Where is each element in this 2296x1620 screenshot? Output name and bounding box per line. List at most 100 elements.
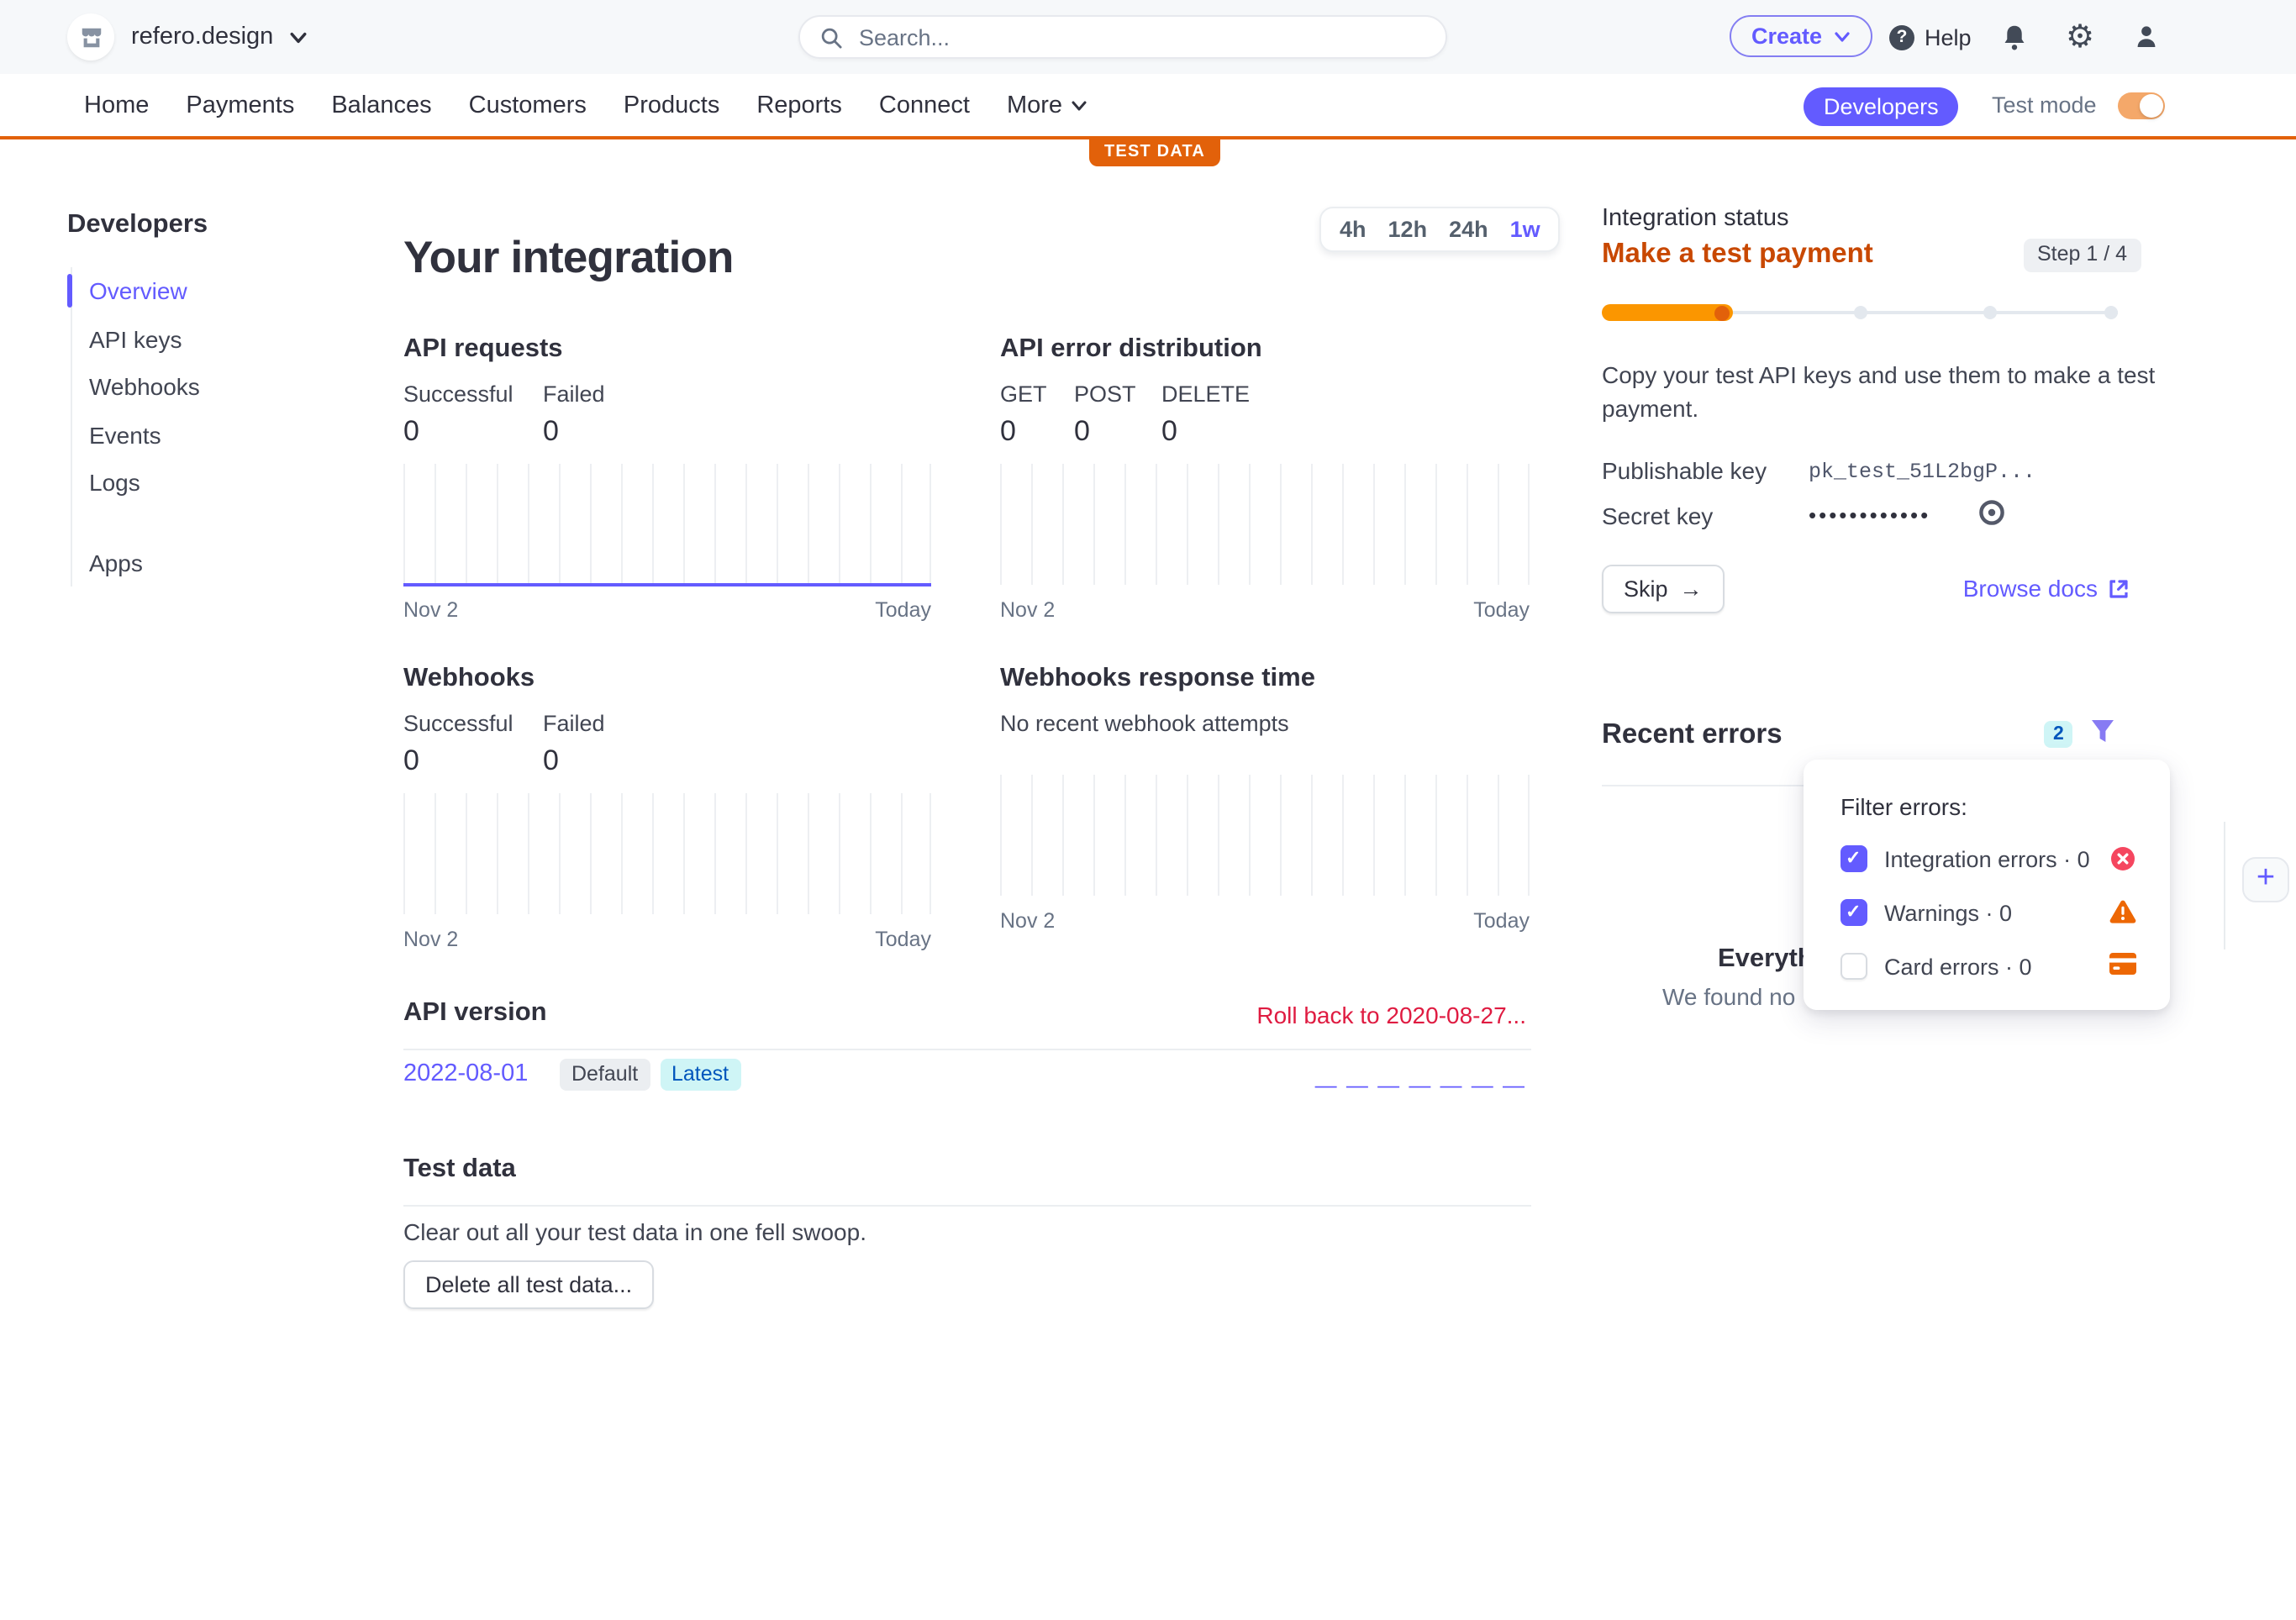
search-icon bbox=[820, 26, 842, 48]
checkbox-checked[interactable] bbox=[1840, 899, 1867, 926]
search-input[interactable] bbox=[856, 23, 1400, 51]
sidebar-nav: Overview API keys Webhooks Events Logs A… bbox=[70, 267, 357, 586]
placeholder-dashes: — — — — — — — bbox=[1315, 1072, 1526, 1097]
test-mode-label: Test mode bbox=[1992, 74, 2097, 136]
stat-label: GET bbox=[1000, 381, 1049, 406]
browse-docs-link[interactable]: Browse docs bbox=[1963, 575, 2130, 602]
nav-item-customers[interactable]: Customers bbox=[469, 92, 587, 118]
toggle-knob bbox=[2140, 94, 2163, 118]
nav-item-payments[interactable]: Payments bbox=[186, 92, 294, 118]
checkbox-unchecked[interactable] bbox=[1840, 953, 1867, 980]
publishable-key-label: Publishable key bbox=[1602, 457, 1767, 484]
nav-item-reports[interactable]: Reports bbox=[756, 92, 842, 118]
chart-card-api-requests: API requests Successful0 Failed0 Nov 2To… bbox=[403, 334, 931, 621]
developers-pill[interactable]: Developers bbox=[1804, 87, 1959, 126]
gear-icon: ⚙ bbox=[2066, 21, 2094, 53]
help-label: Help bbox=[1925, 24, 1972, 50]
person-icon bbox=[2133, 24, 2160, 50]
skip-label: Skip bbox=[1624, 576, 1668, 602]
chart-stats: GET0 POST0 DELETE0 bbox=[1000, 381, 1530, 448]
help-icon: ? bbox=[1889, 24, 1914, 50]
api-version-value[interactable]: 2022-08-01 bbox=[403, 1060, 528, 1087]
chart-title: Webhooks bbox=[403, 663, 931, 693]
create-button[interactable]: Create bbox=[1730, 15, 1872, 57]
filter-funnel-icon[interactable] bbox=[2089, 718, 2116, 746]
sidebar-item-logs[interactable]: Logs bbox=[71, 459, 357, 507]
integration-description: Copy your test API keys and use them to … bbox=[1602, 360, 2160, 425]
main-nav: Home Payments Balances Customers Product… bbox=[0, 74, 2296, 139]
chart-title: Webhooks response time bbox=[1000, 663, 1530, 693]
x-axis-end: Today bbox=[875, 597, 931, 621]
skip-button[interactable]: Skip → bbox=[1602, 565, 1725, 613]
filter-option-label: Integration errors · 0 bbox=[1884, 846, 2090, 871]
stat-value: 0 bbox=[1161, 414, 1250, 448]
test-mode-toggle[interactable] bbox=[2118, 92, 2165, 119]
arrow-right-icon: → bbox=[1680, 576, 1703, 602]
filter-option-warnings[interactable]: Warnings · 0 bbox=[1840, 894, 2136, 931]
sidebar-item-overview[interactable]: Overview bbox=[71, 267, 357, 315]
sidebar-item-apps[interactable]: Apps bbox=[71, 539, 357, 586]
progress-step-dot bbox=[1854, 306, 1867, 319]
test-data-description: Clear out all your test data in one fell… bbox=[403, 1218, 866, 1245]
progress-fill bbox=[1602, 304, 1733, 321]
storefront-icon bbox=[78, 24, 103, 50]
x-axis-end: Today bbox=[1473, 597, 1530, 621]
add-panel-button[interactable]: + bbox=[2242, 857, 2289, 902]
filter-option-label: Card errors · 0 bbox=[1884, 954, 2032, 979]
chart-title: API requests bbox=[403, 334, 931, 364]
time-range-selector: 4h 12h 24h 1w bbox=[1319, 206, 1561, 251]
chart-plot bbox=[1000, 774, 1530, 895]
notifications-button[interactable] bbox=[2000, 0, 2029, 74]
publishable-key-value[interactable]: pk_test_51L2bgP... bbox=[1809, 460, 2035, 483]
recent-errors-count-badge: 2 bbox=[2044, 721, 2073, 748]
range-24h[interactable]: 24h bbox=[1449, 216, 1488, 241]
rollback-link[interactable]: Roll back to 2020-08-27... bbox=[1256, 1002, 1526, 1028]
nav-item-balances[interactable]: Balances bbox=[331, 92, 431, 118]
filter-option-card-errors[interactable]: Card errors · 0 bbox=[1840, 948, 2136, 985]
chart-empty-text: No recent webhook attempts bbox=[1000, 710, 1530, 735]
bell-icon bbox=[2000, 23, 2029, 51]
settings-button[interactable]: ⚙ bbox=[2066, 0, 2094, 74]
profile-button[interactable] bbox=[2133, 0, 2160, 74]
search-bar[interactable] bbox=[798, 15, 1447, 59]
integration-step-title: Make a test payment bbox=[1602, 239, 1873, 271]
nav-item-more[interactable]: More bbox=[1007, 92, 1087, 118]
filter-option-integration-errors[interactable]: Integration errors · 0 bbox=[1840, 840, 2136, 877]
create-label: Create bbox=[1751, 24, 1822, 49]
account-menu[interactable] bbox=[67, 13, 114, 60]
page-title: Your integration bbox=[403, 232, 734, 284]
help-button[interactable]: ? Help bbox=[1889, 0, 1972, 74]
secret-key-label: Secret key bbox=[1602, 502, 1713, 529]
x-axis-end: Today bbox=[1473, 908, 1530, 932]
nav-item-connect[interactable]: Connect bbox=[879, 92, 970, 118]
x-axis-start: Nov 2 bbox=[1000, 597, 1055, 621]
reveal-key-eye-icon[interactable] bbox=[1977, 497, 2007, 528]
sidebar-item-webhooks[interactable]: Webhooks bbox=[71, 363, 357, 411]
nav-items: Home Payments Balances Customers Product… bbox=[84, 74, 1087, 136]
range-12h[interactable]: 12h bbox=[1388, 216, 1428, 241]
delete-test-data-button[interactable]: Delete all test data... bbox=[403, 1260, 654, 1308]
stat-label: DELETE bbox=[1161, 381, 1250, 406]
range-4h[interactable]: 4h bbox=[1340, 216, 1367, 241]
nav-item-home[interactable]: Home bbox=[84, 92, 149, 118]
progress-step-dot bbox=[2104, 306, 2118, 319]
progress-current-dot bbox=[1714, 305, 1730, 320]
api-version-title: API version bbox=[403, 998, 547, 1028]
empty-state-subtitle: We found no bbox=[1662, 983, 1795, 1010]
account-name[interactable]: refero.design bbox=[131, 0, 273, 74]
default-badge: Default bbox=[560, 1058, 650, 1090]
x-axis-start: Nov 2 bbox=[403, 597, 458, 621]
range-1w[interactable]: 1w bbox=[1510, 216, 1540, 241]
empty-state-title: Everyth bbox=[1718, 944, 1814, 975]
chart-plot bbox=[1000, 463, 1530, 584]
sidebar-item-events[interactable]: Events bbox=[71, 411, 357, 459]
chart-plot bbox=[403, 463, 931, 584]
filter-popup-title: Filter errors: bbox=[1840, 793, 1967, 820]
nav-item-products[interactable]: Products bbox=[624, 92, 719, 118]
stat-value: 0 bbox=[1074, 414, 1136, 448]
credit-card-icon bbox=[2109, 953, 2136, 975]
section-divider bbox=[403, 1204, 1531, 1206]
checkbox-checked[interactable] bbox=[1840, 845, 1867, 872]
sidebar-item-api-keys[interactable]: API keys bbox=[71, 315, 357, 363]
chart-title: API error distribution bbox=[1000, 334, 1530, 364]
